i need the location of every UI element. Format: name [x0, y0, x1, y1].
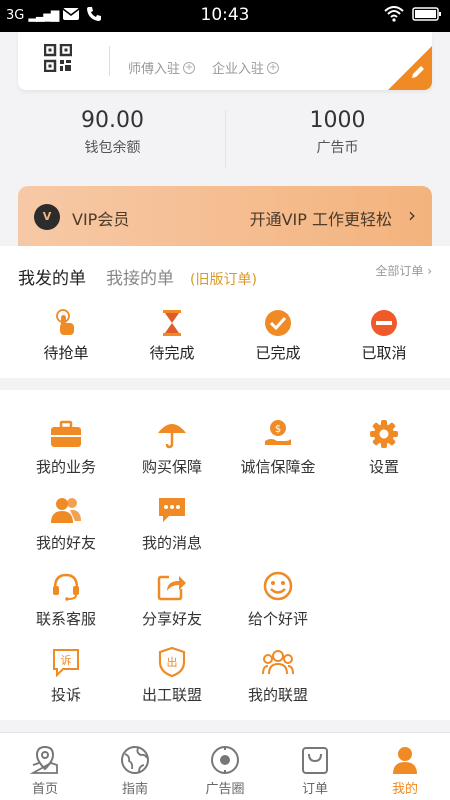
pencil-icon[interactable] [410, 64, 426, 84]
svg-text:$: $ [275, 424, 281, 435]
service-credit-deposit[interactable]: $ 诚信保障金 [222, 418, 334, 477]
minus-circle-icon [328, 308, 440, 338]
vip-banner[interactable]: V VIP会员 开通VIP 工作更轻松 › [18, 186, 432, 246]
vip-title: VIP会员 [72, 210, 130, 229]
nav-guide[interactable]: 指南 [90, 743, 180, 797]
service-label: 我的好友 [35, 534, 96, 552]
nav-ad-circle[interactable]: 广告圈 [180, 743, 270, 797]
ad-coins[interactable]: 1000 广告币 [225, 108, 450, 157]
globe-icon [90, 743, 180, 777]
divider [109, 46, 110, 76]
plus-circle-icon: + [183, 61, 196, 74]
vip-action: 开通VIP 工作更轻松 [249, 210, 392, 229]
wallet-balance-value: 90.00 [81, 108, 144, 133]
company-join-link[interactable]: 企业入驻 + [212, 58, 280, 77]
service-share-friends[interactable]: 分享好友 [116, 570, 228, 629]
service-label: 设置 [368, 458, 399, 476]
person-icon [360, 743, 450, 777]
service-label: 我的业务 [35, 458, 96, 476]
bag-icon [270, 743, 360, 777]
message-icon [116, 494, 228, 526]
clock: 10:43 [200, 5, 250, 25]
status-pending-complete[interactable]: 待完成 [116, 308, 228, 363]
status-completed[interactable]: 已完成 [222, 308, 334, 363]
service-my-business[interactable]: 我的业务 [10, 418, 122, 477]
company-join-label: 企业入驻 [212, 62, 265, 77]
umbrella-icon [116, 418, 228, 450]
service-label: 给个好评 [247, 610, 308, 628]
status-label: 待完成 [149, 344, 195, 362]
map-pin-icon [0, 743, 90, 777]
master-join-label: 师傅入驻 [128, 62, 181, 77]
service-label: 联系客服 [35, 610, 96, 628]
status-bar: 3G ▂▃▅▇ 10:43 [0, 0, 450, 32]
service-work-alliance[interactable]: 出 出工联盟 [116, 646, 228, 705]
service-label: 我的联盟 [247, 686, 308, 704]
hourglass-icon [116, 308, 228, 338]
battery-icon [412, 6, 442, 26]
service-label: 出工联盟 [141, 686, 202, 704]
service-label: 购买保障 [141, 458, 202, 476]
account-stats: 90.00 钱包余额 1000 广告币 [0, 108, 450, 174]
shield-icon: 出 [116, 646, 228, 678]
friends-icon [10, 494, 122, 526]
status-waiting-grab[interactable]: 待抢单 [10, 308, 122, 363]
wallet-balance[interactable]: 90.00 钱包余额 [0, 108, 225, 157]
briefcase-icon [10, 418, 122, 450]
service-my-messages[interactable]: 我的消息 [116, 494, 228, 553]
qr-code-icon[interactable] [43, 43, 73, 76]
service-label: 投诉 [50, 686, 81, 704]
plus-circle-icon: + [267, 61, 280, 74]
target-icon [180, 743, 270, 777]
nav-label: 我的 [391, 782, 418, 797]
tab-posted-orders[interactable]: 我发的单 [18, 264, 86, 289]
group-icon [222, 646, 334, 678]
nav-home[interactable]: 首页 [0, 743, 90, 797]
service-my-friends[interactable]: 我的好友 [10, 494, 122, 553]
status-label: 已完成 [255, 344, 301, 362]
nav-label: 指南 [121, 782, 148, 797]
chevron-right-icon: › [408, 203, 416, 227]
share-icon [116, 570, 228, 602]
nav-label: 广告圈 [205, 782, 245, 797]
services-grid: 我的业务 购买保障 $ 诚信保障金 设置 我的好友 我的消息 联系客服 分享好友… [0, 390, 450, 720]
hand-tap-icon [10, 308, 122, 338]
ad-coins-value: 1000 [309, 108, 366, 133]
service-complain[interactable]: 诉 投诉 [10, 646, 122, 705]
service-label: 分享好友 [141, 610, 202, 628]
profile-card: 师傅入驻 + 企业入驻 + [18, 32, 432, 90]
nav-label: 首页 [31, 782, 58, 797]
check-circle-icon [222, 308, 334, 338]
service-give-review[interactable]: 给个好评 [222, 570, 334, 629]
coin-hand-icon: $ [222, 418, 334, 450]
complain-glyph: 诉 [61, 654, 72, 667]
smile-icon [222, 570, 334, 602]
tab-received-orders[interactable]: 我接的单 [106, 264, 174, 289]
shield-glyph: 出 [167, 655, 178, 669]
nav-mine[interactable]: 我的 [360, 743, 450, 797]
status-cancelled[interactable]: 已取消 [328, 308, 440, 363]
complain-icon: 诉 [10, 646, 122, 678]
all-orders-link[interactable]: 全部订单 › [375, 262, 432, 279]
orders-section: 我发的单 我接的单 (旧版订单) 全部订单 › 待抢单 待完成 已完成 已取消 [0, 246, 450, 378]
service-settings[interactable]: 设置 [328, 418, 440, 477]
vip-badge-icon: V [34, 204, 60, 230]
service-my-alliance[interactable]: 我的联盟 [222, 646, 334, 705]
wifi-icon [384, 6, 404, 26]
headset-icon [10, 570, 122, 602]
ad-coins-label: 广告币 [316, 140, 359, 156]
nav-label: 订单 [301, 782, 328, 797]
status-label: 已取消 [361, 344, 407, 362]
bottom-nav: 首页 指南 广告圈 订单 我的 [0, 732, 450, 800]
service-label: 我的消息 [141, 534, 202, 552]
status-label: 待抢单 [43, 344, 89, 362]
old-orders-link[interactable]: (旧版订单) [190, 269, 257, 289]
nav-orders[interactable]: 订单 [270, 743, 360, 797]
gear-icon [328, 418, 440, 450]
service-buy-insurance[interactable]: 购买保障 [116, 418, 228, 477]
service-contact-support[interactable]: 联系客服 [10, 570, 122, 629]
wallet-balance-label: 钱包余额 [84, 140, 141, 156]
master-join-link[interactable]: 师傅入驻 + [128, 58, 196, 77]
service-label: 诚信保障金 [240, 458, 316, 476]
